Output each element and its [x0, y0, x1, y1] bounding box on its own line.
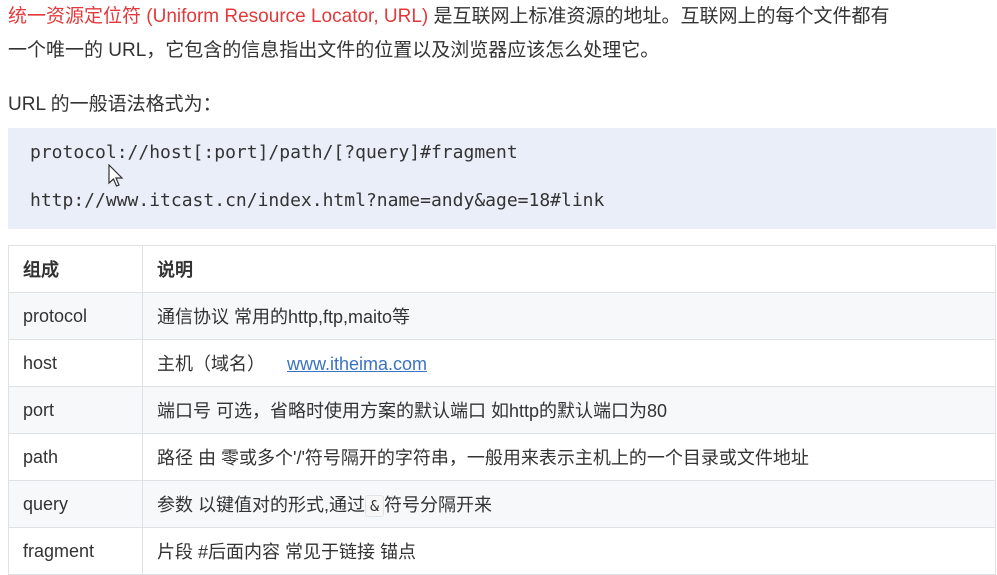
component-desc: 参数 以键值对的形式,通过 & 符号分隔开来 — [142, 480, 996, 528]
component-name: port — [8, 386, 143, 434]
component-name: path — [8, 433, 143, 481]
host-desc-text: 主机（域名） — [157, 354, 265, 374]
component-name: fragment — [8, 527, 143, 575]
component-name: query — [8, 480, 143, 528]
url-definition-highlight: 统一资源定位符 (Uniform Resource Locator, URL) — [8, 6, 429, 27]
code-line-example: http://www.itcast.cn/index.html?name=and… — [30, 190, 605, 211]
component-desc: 通信协议 常用的http,ftp,maito等 — [142, 292, 996, 340]
intro-text-2: 一个唯一的 URL，它包含的信息指出文件的位置以及浏览器应该怎么处理它。 — [8, 40, 660, 61]
header-description: 说明 — [142, 245, 996, 293]
url-components-table: 组成 说明 protocol 通信协议 常用的http,ftp,maito等 h… — [8, 245, 996, 575]
table-row: protocol 通信协议 常用的http,ftp,maito等 — [8, 292, 996, 340]
syntax-title: URL 的一般语法格式为： — [8, 94, 222, 115]
table-row: host 主机（域名） www.itheima.com — [8, 339, 996, 387]
code-line-syntax: protocol://host[:port]/path/[?query]#fra… — [30, 142, 518, 163]
component-desc: 主机（域名） www.itheima.com — [142, 339, 996, 387]
watermark: https://blog.csdn.net/further_ — [809, 543, 987, 559]
code-block: protocol://host[:port]/path/[?query]#fra… — [8, 128, 996, 229]
component-desc: 端口号 可选，省略时使用方案的默认端口 如http的默认端口为80 — [142, 386, 996, 434]
table-header-row: 组成 说明 — [8, 245, 996, 293]
query-desc-before: 参数 以键值对的形式,通过 — [157, 495, 366, 515]
mouse-cursor-icon — [108, 164, 124, 187]
table-row: path 路径 由 零或多个'/'符号隔开的字符串，一般用来表示主机上的一个目录… — [8, 433, 996, 481]
table-row: port 端口号 可选，省略时使用方案的默认端口 如http的默认端口为80 — [8, 386, 996, 434]
table-row: query 参数 以键值对的形式,通过 & 符号分隔开来 — [8, 480, 996, 528]
ampersand-code: & — [365, 495, 385, 517]
component-desc: 路径 由 零或多个'/'符号隔开的字符串，一般用来表示主机上的一个目录或文件地址 — [142, 433, 996, 481]
header-component: 组成 — [8, 245, 143, 293]
query-desc-after: 符号分隔开来 — [384, 495, 493, 515]
intro-paragraph: 统一资源定位符 (Uniform Resource Locator, URL) … — [8, 0, 988, 68]
itheima-link[interactable]: www.itheima.com — [287, 354, 427, 374]
component-name: protocol — [8, 292, 143, 340]
intro-text-1: 是互联网上标准资源的地址。互联网上的每个文件都有 — [428, 6, 890, 27]
component-name: host — [8, 339, 143, 387]
